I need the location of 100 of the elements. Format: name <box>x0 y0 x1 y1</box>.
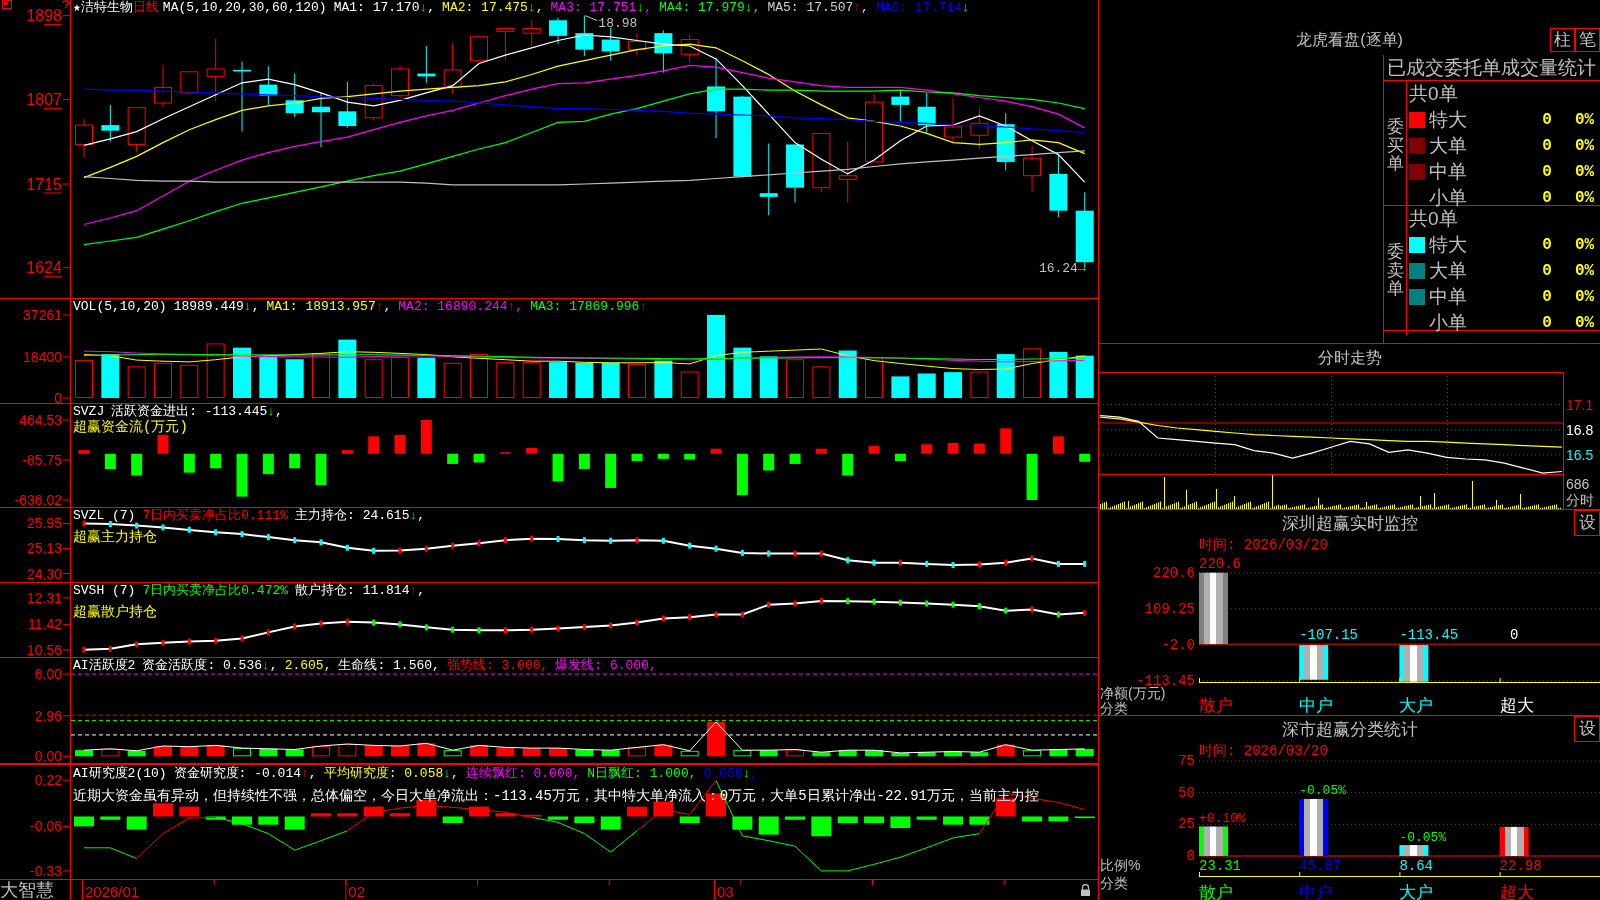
axis-label: -0.33 <box>30 862 62 879</box>
indicator-reading: 主力持仓: 24.615↓, <box>295 508 426 523</box>
order-size-label: 特大 <box>1429 108 1467 132</box>
category-label: 大户 <box>1399 695 1434 715</box>
indicator-name: MA(5,10,20,30,60,120) <box>162 0 327 15</box>
axis-label: -0.06 <box>30 818 62 835</box>
order-count: 0 <box>1542 111 1552 129</box>
axis-label: 37261 <box>23 307 62 323</box>
axis-label: -2.0 <box>1161 636 1195 653</box>
indicator-reading: MA3: 17869.996↑ <box>530 299 648 314</box>
indicator-reading: MA6: 17.714↓ <box>875 0 970 15</box>
axis-label: 109.25 <box>1144 600 1195 617</box>
value-label: 220.6 <box>1199 555 1241 572</box>
category-label: 中户 <box>1299 695 1334 715</box>
indicator-reading: N日飘红: 1.000, <box>587 766 697 781</box>
order-share: 0% <box>1575 236 1595 254</box>
indicator-reading: 平均研究度: 0.058↓, <box>323 766 459 781</box>
date-label: 2026/01 <box>85 882 140 900</box>
indicator-reading: 7日内买卖净占比0.472% <box>142 583 289 598</box>
axis-label: 0.00 <box>34 748 62 764</box>
value-label: 0 <box>1509 627 1519 644</box>
order-size-label: 特大 <box>1429 233 1467 257</box>
order-size-label: 小单 <box>1429 311 1467 335</box>
order-share: 0% <box>1575 163 1595 181</box>
axis-label: 25.95 <box>26 515 62 532</box>
group-label: 委买单 <box>1386 117 1404 175</box>
group-label: 委卖单 <box>1386 242 1404 300</box>
indicator-caption: 超赢散户持仓 <box>73 605 157 620</box>
indicator-name: AI活跃度2 <box>73 658 136 673</box>
axis-label: 75 <box>1178 753 1195 769</box>
order-count: 0 <box>1542 288 1552 306</box>
value-label: 23.31 <box>1199 858 1241 874</box>
axis-title: 分类 <box>1100 700 1128 715</box>
order-count: 0 <box>1542 314 1552 332</box>
order-count: 0 <box>1542 236 1552 254</box>
category-label: 散户 <box>1199 882 1233 900</box>
category-label: 超大 <box>1499 695 1534 715</box>
order-share: 0% <box>1575 189 1595 207</box>
indicator-reading: 18989.449↓, <box>173 299 260 314</box>
indicator-name: SVZL (7) <box>73 508 136 523</box>
category-label: 超大 <box>1499 882 1534 900</box>
high-price-label: 18.98 <box>598 16 638 32</box>
volume-scale-label: 686 <box>1566 476 1590 492</box>
axis-label: 1715 <box>26 175 62 193</box>
order-total: 共0单 <box>1408 207 1458 231</box>
axis-label: 16.5 <box>1566 446 1594 463</box>
change-label: -0.05% <box>1399 829 1447 845</box>
axis-label: 1898 <box>26 7 62 25</box>
indicator-reading: 生命线: 1.560, <box>338 658 440 673</box>
axis-title: 比例% <box>1100 857 1141 873</box>
order-size-label: 小单 <box>1429 186 1467 209</box>
date-label: 02 <box>348 882 366 900</box>
axis-label: 25 <box>1178 816 1195 833</box>
low-price-label: 16.24→ <box>1038 261 1086 277</box>
indicator-reading: MA1: 17.170↓, <box>333 0 436 15</box>
period-label: 日线 <box>132 0 159 15</box>
indicator-reading: 7日内买卖净占比0.111% <box>142 508 289 523</box>
value-label: -113.45 <box>1399 627 1459 644</box>
timestamp: 时间: 2026/03/20 <box>1199 743 1328 759</box>
axis-label: 1807 <box>26 90 62 108</box>
order-share: 0% <box>1575 314 1595 332</box>
axis-label: 6.00 <box>34 666 62 683</box>
axis-label: 1624 <box>26 259 62 277</box>
axis-title: 净额(万元) <box>1100 685 1166 701</box>
indicator-reading: MA4: 17.979↓, <box>659 0 761 15</box>
indicator-reading: 散户持仓: 11.814↑, <box>295 583 426 598</box>
timestamp: 时间: 2026/03/20 <box>1199 537 1328 553</box>
order-count: 0 <box>1542 189 1552 207</box>
axis-label: 25.13 <box>26 540 62 557</box>
indicator-reading: MA5: 17.507↑, <box>767 0 869 15</box>
star-label: ★ <box>73 0 81 15</box>
panel-title: 深市超赢分类统计 <box>1281 718 1418 741</box>
change-label: -0.05% <box>1299 783 1346 799</box>
order-share: 0% <box>1575 137 1595 155</box>
axis-label: 17.1 <box>1566 396 1594 413</box>
indicator-reading: 活跃资金进出: -113.445↓, <box>111 404 283 419</box>
change-label: +0.10% <box>1199 810 1246 826</box>
axis-label: 12.31 <box>26 589 62 606</box>
indicator-reading: 资金研究度: -0.014↑, <box>173 766 317 781</box>
axis-label: 2.96 <box>34 707 62 724</box>
indicator-reading: 强势线: 3.000, <box>446 658 549 673</box>
order-total: 共0单 <box>1408 82 1458 106</box>
volume-axis-label: 分时 <box>1566 492 1594 508</box>
panel-title: 分时走势 <box>1317 347 1382 368</box>
indicator-reading: 连续飘红: 0.000, <box>465 766 581 781</box>
order-size-label: 大单 <box>1429 134 1467 158</box>
indicator-name: VOL(5,10,20) <box>73 299 167 314</box>
panel-title: 龙虎看盘(逐单) <box>1296 29 1403 50</box>
indicator-reading: 资金活跃度: 0.536↓, <box>142 658 278 673</box>
category-label: 散户 <box>1199 695 1233 715</box>
indicator-reading: MA3: 17.751↓, <box>550 0 652 15</box>
indicator-reading: 爆发线: 6.000, <box>555 658 657 673</box>
value-label: 45.07 <box>1299 858 1342 874</box>
axis-label: 18400 <box>23 349 62 365</box>
axis-label: 0 <box>54 390 62 404</box>
value-label: 22.98 <box>1499 858 1542 874</box>
axis-label: 16.8 <box>1566 421 1594 438</box>
indicator-reading: 2.605, <box>284 658 332 673</box>
axis-label: -85.75 <box>22 452 62 468</box>
stock-name: 洁特生物 <box>80 0 133 15</box>
